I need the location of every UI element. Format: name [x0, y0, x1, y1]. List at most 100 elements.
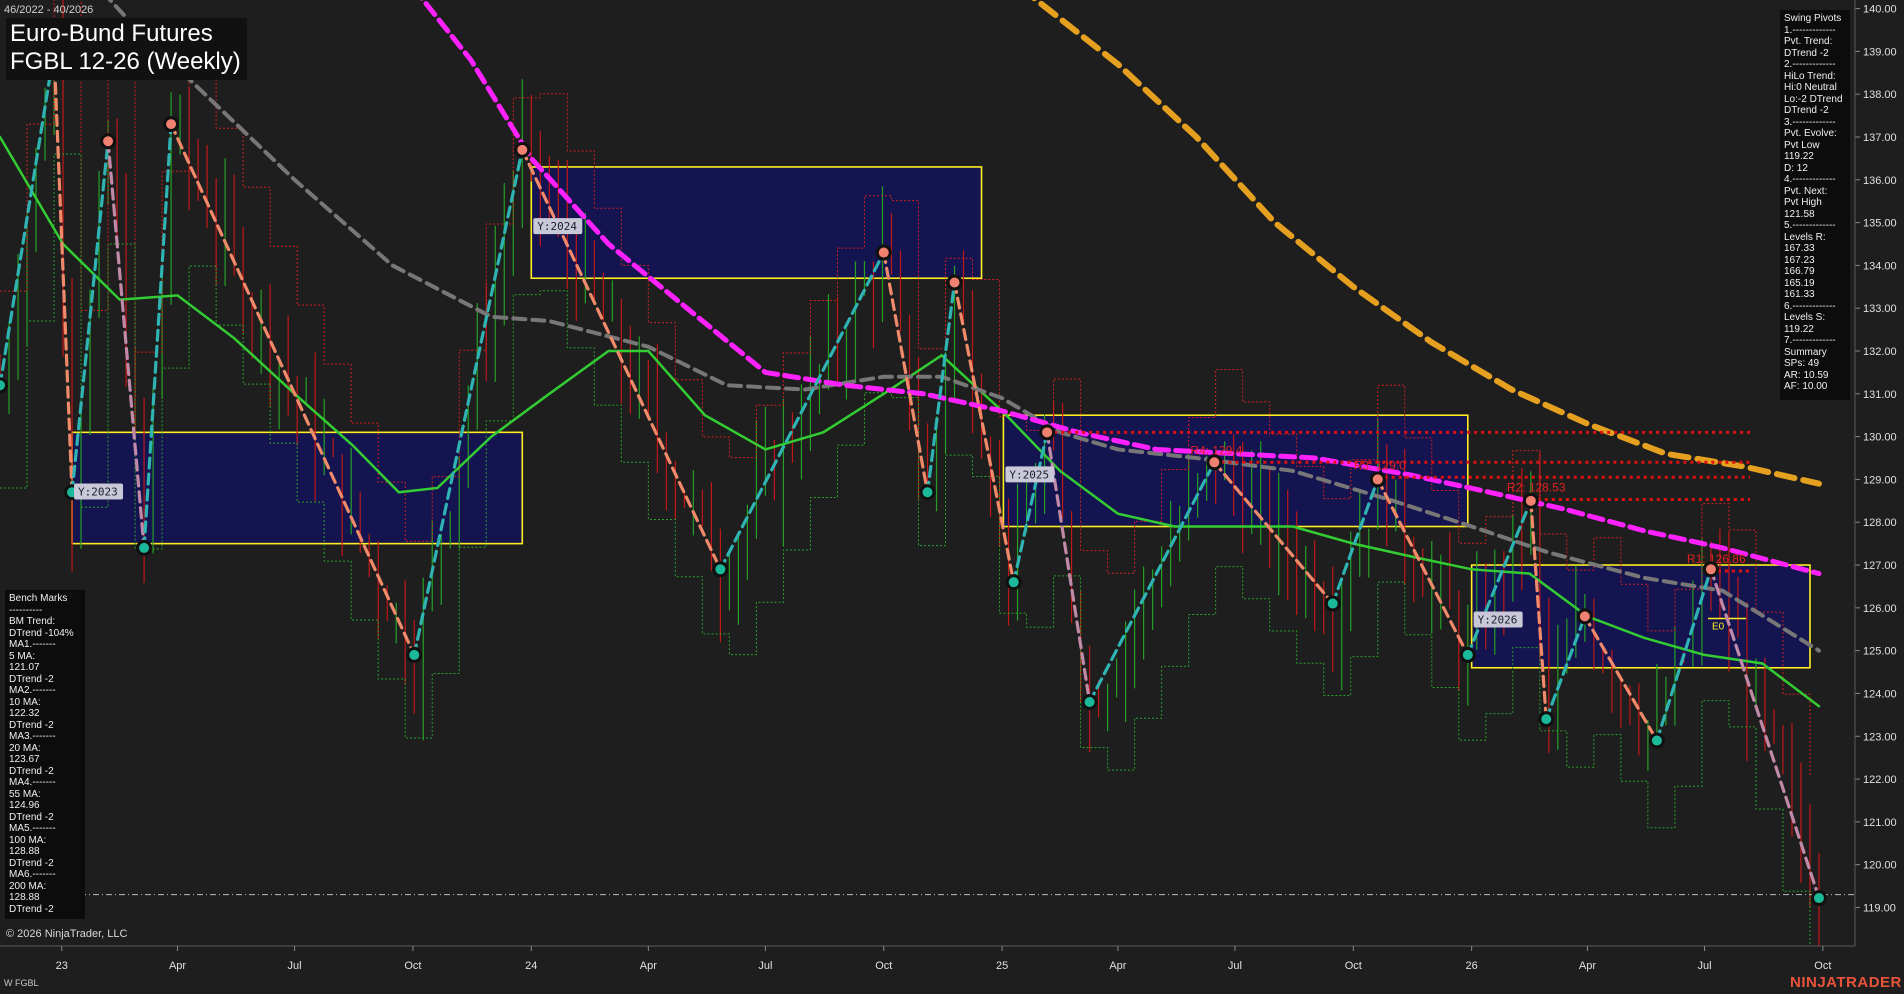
resistance-level-label: R2: 128.53 [1507, 481, 1566, 495]
y-tick-label: 138.00 [1863, 89, 1897, 101]
swing-pivots-line: 167.23 [1784, 254, 1815, 266]
y-tick-label: 125.00 [1863, 646, 1897, 658]
swing-pivots-line: Lo:-2 DTrend [1784, 93, 1843, 105]
benchmarks-line: 5 MA: [9, 650, 36, 662]
x-tick-label: Apr [1109, 960, 1126, 972]
yearly-box-label: Y:2026 [1478, 614, 1518, 627]
swing-pivots-line: AR: 10.59 [1784, 369, 1829, 381]
swing-high-point [946, 274, 963, 291]
swing-pivots-line: DTrend -2 [1784, 47, 1829, 59]
x-tick-label: 25 [996, 960, 1008, 972]
swing-pivot-segment [882, 250, 930, 494]
benchmarks-line: 123.67 [9, 754, 40, 765]
x-tick-label: Apr [1579, 960, 1596, 972]
benchmarks-line: DTrend -2 [9, 673, 54, 685]
x-tick-label: 26 [1466, 960, 1478, 972]
date-range-label: 46/2022 - 40/2026 [4, 4, 94, 16]
y-tick-label: 124.00 [1863, 688, 1897, 700]
swing-pivot-segment [925, 280, 957, 494]
y-tick-label: 134.00 [1863, 260, 1897, 272]
x-tick-label: Oct [1814, 960, 1831, 972]
swing-pivots-line: 3.------------- [1784, 116, 1836, 128]
benchmarks-line: MA6.------- [9, 869, 56, 880]
benchmarks-line: 128.88 [9, 892, 40, 903]
benchmarks-line: 121.07 [9, 662, 40, 673]
yearly-box-label: Y:2024 [537, 220, 577, 233]
swing-low-point [1005, 574, 1022, 591]
moving-average-orange [1031, 0, 1822, 487]
x-tick-label: Jul [1228, 960, 1242, 972]
swing-pivots-line: Pvt Low [1784, 139, 1820, 151]
swing-pivots-line: 165.19 [1784, 277, 1815, 289]
swing-low-point [0, 377, 8, 394]
swing-pivots-line: Hi:0 Neutral [1784, 82, 1837, 93]
swing-low-point [136, 539, 153, 556]
swing-pivots-line: DTrend -2 [1784, 105, 1829, 116]
benchmarks-line: MA1.------- [9, 639, 56, 650]
y-tick-label: 120.00 [1863, 860, 1897, 872]
swing-high-point [100, 133, 117, 150]
swing-pivots-line: 1.------------- [1784, 24, 1836, 36]
swing-pivots-line: Pvt. Evolve: [1784, 128, 1837, 139]
benchmarks-line: DTrend -2 [9, 811, 54, 823]
benchmarks-line: 122.32 [9, 708, 40, 719]
swing-pivots-line: Levels R: [1784, 231, 1826, 243]
benchmarks-line: DTrend -2 [9, 719, 54, 731]
swing-pivots-line: D: 12 [1784, 162, 1808, 174]
x-tick-label: Apr [640, 960, 657, 972]
swing-pivots-line: 6.------------- [1784, 300, 1836, 312]
swing-pivots-line: 121.58 [1784, 208, 1815, 220]
benchmarks-line: MA5.------- [9, 823, 56, 834]
swing-low-point [919, 484, 936, 501]
swing-high-point [1369, 471, 1386, 488]
swing-low-point [712, 561, 729, 578]
swing-pivots-line: AF: 10.00 [1784, 381, 1828, 392]
x-tick-label: Jul [288, 960, 302, 972]
swing-low-point [1538, 711, 1555, 728]
swing-pivots-line: 166.79 [1784, 266, 1815, 277]
swing-pivot-segment [718, 250, 886, 571]
y-tick-label: 133.00 [1863, 303, 1897, 315]
swing-pivot-segment [412, 148, 524, 657]
benchmarks-line: 100 MA: [9, 834, 47, 846]
yearly-box-label: Y:2025 [1009, 468, 1049, 481]
y-tick-label: 131.00 [1863, 389, 1897, 401]
swing-high-point [514, 141, 531, 158]
swing-pivots-line: HiLo Trend: [1784, 70, 1836, 82]
contract-timeframe: FGBL 12-26 (Weekly) [10, 48, 241, 75]
swing-low-point [1810, 890, 1827, 907]
resistance-level-label: R3: 129.0 [1354, 458, 1406, 472]
y-tick-label: 122.00 [1863, 774, 1897, 786]
swing-pivots-line: Pvt. Trend: [1784, 36, 1833, 47]
plot-area: R4: 129.4R3: 129.0R2: 128.53R1: 126.86E0… [0, 0, 1855, 946]
y-tick-label: 132.00 [1863, 346, 1897, 358]
swing-low-point [406, 646, 423, 663]
e0-label: E0 [1712, 622, 1725, 633]
benchmarks-line: 128.88 [9, 846, 40, 857]
swing-high-point [875, 244, 892, 261]
benchmarks-line: 10 MA: [9, 696, 41, 708]
swing-pivots-line: SPs: 49 [1784, 358, 1820, 369]
benchmarks-line: 124.96 [9, 800, 40, 811]
y-tick-label: 130.00 [1863, 432, 1897, 444]
swing-pivots-line: Levels S: [1784, 312, 1826, 323]
benchmarks-line: DTrend -2 [9, 857, 54, 869]
benchmarks-line: ---------- [9, 604, 43, 616]
chart-title-box: Euro-Bund Futures FGBL 12-26 (Weekly) [6, 18, 247, 80]
yearly-range-box [530, 166, 983, 280]
swing-pivots-line: Pvt High [1784, 197, 1822, 208]
benchmarks-line: DTrend -2 [9, 903, 54, 915]
ninjatrader-logo: NINJATRADER [1790, 974, 1902, 991]
swing-pivots-line: 161.33 [1784, 289, 1815, 300]
benchmarks-line: Bench Marks [9, 593, 68, 604]
swing-high-point [1039, 424, 1056, 441]
y-tick-label: 128.00 [1863, 517, 1897, 529]
swing-pivots-line: 167.33 [1784, 243, 1815, 254]
x-tick-label: Oct [404, 960, 421, 972]
x-tick-label: Apr [169, 960, 186, 972]
price-chart[interactable]: R4: 129.4R3: 129.0R2: 128.53R1: 126.86E0… [0, 0, 1904, 994]
swing-high-point [1522, 492, 1539, 509]
swing-low-point [1459, 646, 1476, 663]
instrument-name: Euro-Bund Futures [10, 20, 213, 47]
benchmarks-line: BM Trend: [9, 616, 56, 627]
